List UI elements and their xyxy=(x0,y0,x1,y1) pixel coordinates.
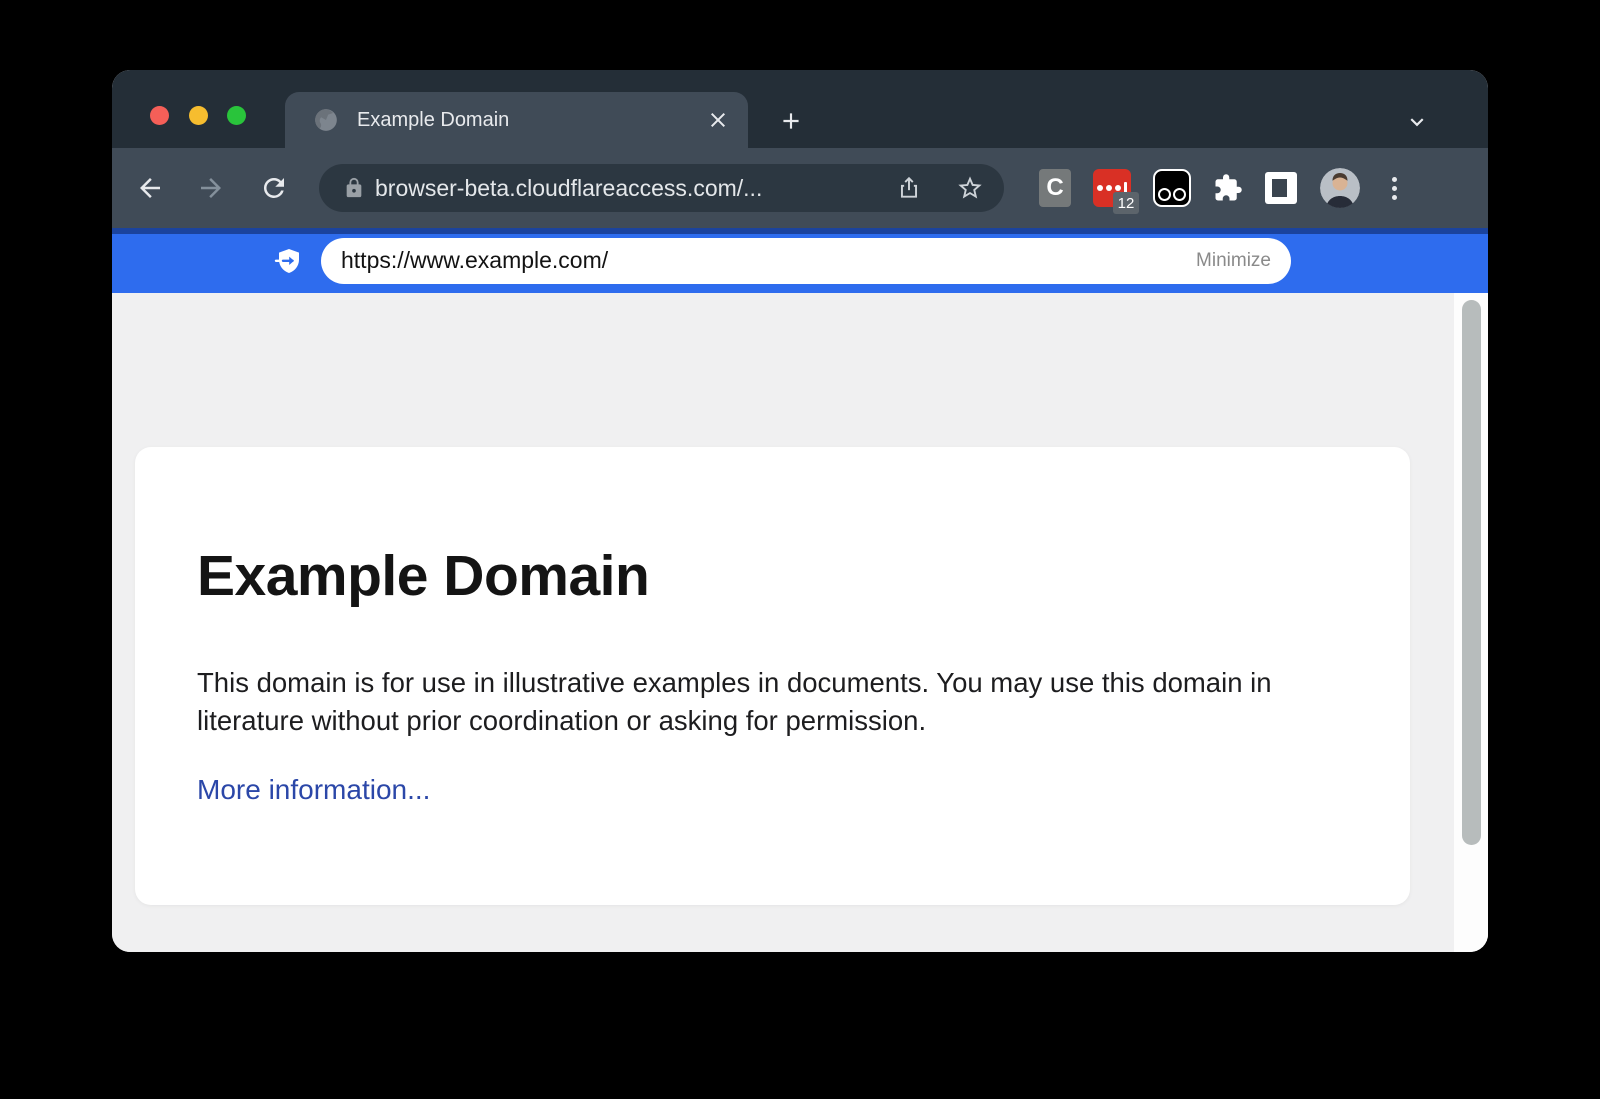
tab-title: Example Domain xyxy=(357,109,706,132)
more-information-link[interactable]: More information... xyxy=(197,774,430,806)
profile-avatar[interactable] xyxy=(1320,168,1360,208)
browser-toolbar: browser-beta.cloudflareaccess.com/... C xyxy=(112,148,1488,228)
close-window-button[interactable] xyxy=(150,106,169,125)
page-viewport: Example Domain This domain is for use in… xyxy=(112,293,1488,952)
lock-icon[interactable] xyxy=(343,177,365,199)
page-paragraph: This domain is for use in illustrative e… xyxy=(197,664,1352,740)
minimize-bar-button[interactable]: Minimize xyxy=(1196,250,1271,272)
scrollbar-track[interactable] xyxy=(1454,293,1488,952)
bookmark-star-icon[interactable] xyxy=(956,174,984,202)
remote-browser-bar: https://www.example.com/ Minimize xyxy=(112,228,1488,293)
page-title: Example Domain xyxy=(197,543,1410,609)
address-bar-url[interactable]: browser-beta.cloudflareaccess.com/... xyxy=(375,175,896,202)
fullscreen-window-button[interactable] xyxy=(227,106,246,125)
remote-url-text[interactable]: https://www.example.com/ xyxy=(341,247,1196,274)
extensions-row: C 12 xyxy=(1028,169,1308,207)
share-icon[interactable] xyxy=(896,175,922,201)
browser-window: Example Domain xyxy=(112,70,1488,952)
extensions-puzzle-icon[interactable] xyxy=(1213,173,1243,203)
extension-badge: 12 xyxy=(1113,192,1139,214)
remote-url-input[interactable]: https://www.example.com/ Minimize xyxy=(321,238,1291,284)
extension-camera-icon[interactable] xyxy=(1153,169,1191,207)
back-icon[interactable] xyxy=(135,173,165,203)
new-tab-icon[interactable] xyxy=(778,108,804,134)
browser-tab[interactable]: Example Domain xyxy=(285,92,748,148)
isolation-shield-icon xyxy=(274,246,304,276)
reload-icon[interactable] xyxy=(259,173,289,203)
chevron-down-icon[interactable] xyxy=(1404,109,1430,135)
forward-icon[interactable] xyxy=(196,173,226,203)
globe-favicon-icon xyxy=(313,107,339,133)
browser-menu-icon[interactable] xyxy=(1382,174,1406,202)
scrollbar-thumb[interactable] xyxy=(1462,300,1481,845)
close-tab-icon[interactable] xyxy=(706,108,730,132)
tab-strip: Example Domain xyxy=(112,70,1488,148)
extension-c-icon[interactable]: C xyxy=(1039,169,1071,207)
content-card: Example Domain This domain is for use in… xyxy=(135,447,1410,905)
address-bar[interactable]: browser-beta.cloudflareaccess.com/... xyxy=(319,164,1004,212)
side-panel-icon[interactable] xyxy=(1265,172,1297,204)
extension-password-manager[interactable]: 12 xyxy=(1093,169,1131,207)
minimize-window-button[interactable] xyxy=(189,106,208,125)
